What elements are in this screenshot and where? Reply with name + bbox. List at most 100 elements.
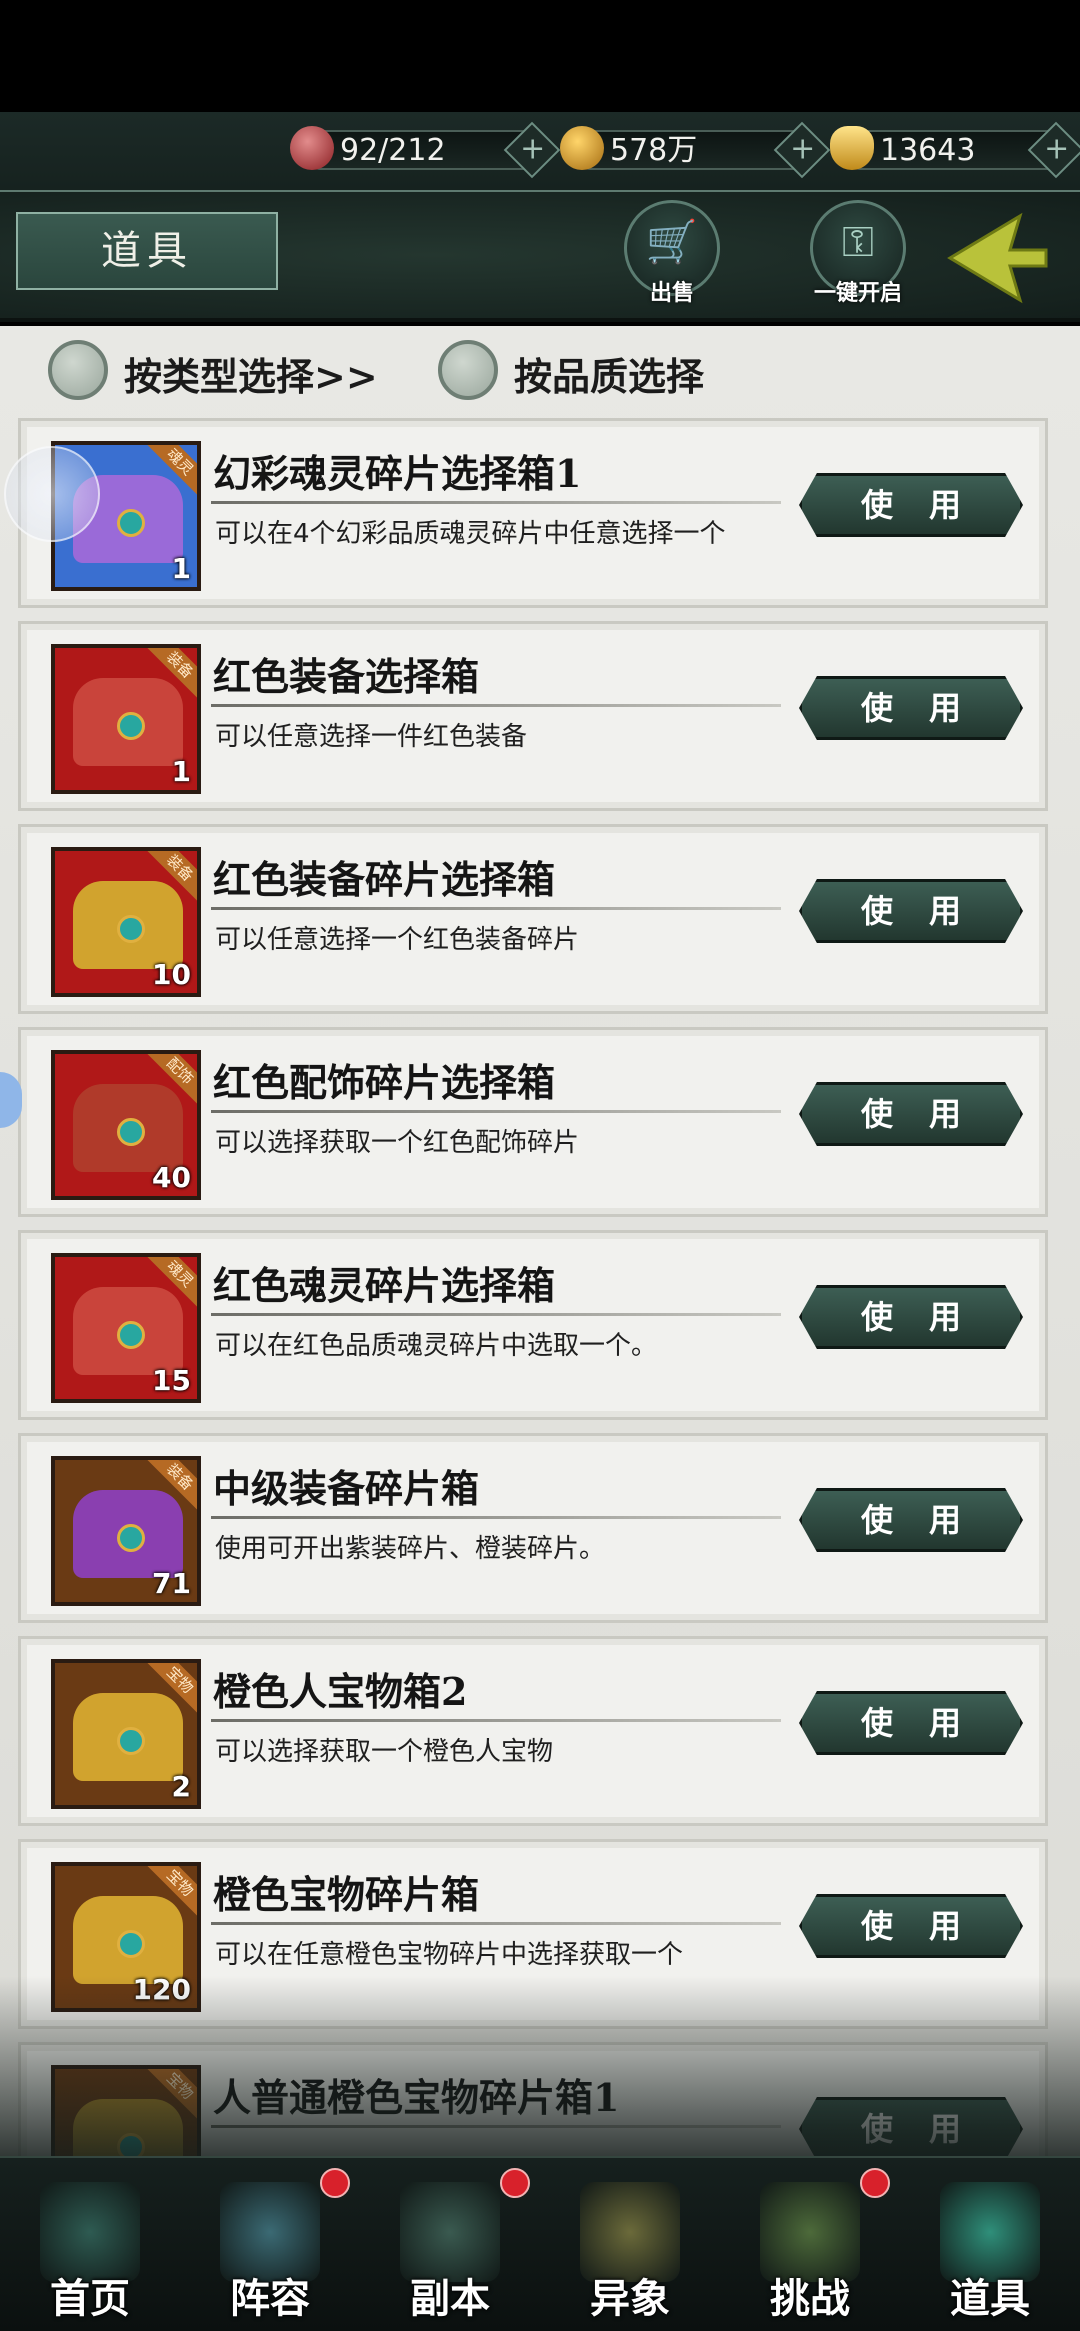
use-label: 使用	[860, 689, 997, 727]
back-arrow-icon[interactable]	[940, 210, 1050, 306]
stamina-orb-icon	[290, 126, 334, 170]
item-description: 可以在4个幻彩品质魂灵碎片中任意选择一个	[215, 519, 726, 549]
item-name: 红色装备碎片选择箱	[213, 857, 556, 902]
open-all-label: 一键开启	[813, 281, 902, 306]
item-icon[interactable]: 装备 10	[51, 847, 201, 997]
item-name: 橙色人宝物箱2	[213, 1669, 468, 1714]
use-button[interactable]: 使用	[799, 1285, 1023, 1349]
treasure-chest-icon	[73, 1896, 183, 1984]
treasure-chest-icon	[73, 2099, 183, 2156]
gold-ingot-icon	[830, 126, 874, 170]
item-icon[interactable]: 宝物	[51, 2065, 201, 2156]
item-row: 魂灵 15 红色魂灵碎片选择箱 可以在红色品质魂灵碎片中选取一个。 使用	[18, 1230, 1048, 1420]
nav-tab-label: 首页	[50, 2275, 130, 2322]
coin-value: 578万	[610, 133, 698, 168]
treasure-chest-icon	[73, 1490, 183, 1578]
use-button[interactable]: 使用	[799, 1894, 1023, 1958]
divider	[211, 501, 781, 504]
item-name: 幻彩魂灵碎片选择箱1	[213, 451, 582, 496]
nav-tab-label: 阵容	[230, 2275, 310, 2322]
nav-tab[interactable]: 阵容	[180, 2158, 360, 2331]
use-label: 使用	[860, 2110, 997, 2148]
use-label: 使用	[860, 1704, 997, 1742]
item-description: 使用可开出紫装碎片、橙装碎片。	[215, 1534, 606, 1564]
item-icon[interactable]: 魂灵 15	[51, 1253, 201, 1403]
item-icon[interactable]: 配饰 40	[51, 1050, 201, 1200]
item-description: 可以在任意橙色宝物碎片中选择获取一个	[215, 1940, 684, 1970]
divider	[211, 704, 781, 707]
nav-tab-label: 副本	[410, 2275, 490, 2322]
item-row: 装备 10 红色装备碎片选择箱可以任意选择一个红色装备碎片 使用	[18, 824, 1048, 1014]
nav-tab[interactable]: 异象	[540, 2158, 720, 2331]
use-label: 使用	[860, 486, 997, 524]
treasure-chest-icon	[73, 1287, 183, 1375]
item-row: 装备 1 红色装备选择箱 可以任意选择一件红色装备 使用	[18, 621, 1048, 811]
bottom-navigation: 首页 阵容 副本 异象 挑战 道具	[0, 2156, 1080, 2331]
use-label: 使用	[860, 892, 997, 930]
filter-by-quality[interactable]: 按品质选择	[438, 340, 758, 402]
divider	[211, 907, 781, 910]
item-count: 40	[152, 1161, 191, 1194]
treasure-chest-icon	[73, 1084, 183, 1172]
use-button[interactable]: 使用	[799, 473, 1023, 537]
item-description: 可以在红色品质魂灵碎片中选取一个。	[215, 1331, 658, 1361]
item-name: 橙色宝物碎片箱	[213, 1872, 480, 1917]
resource-stamina: 92/212 +	[290, 121, 561, 179]
use-button[interactable]: 使用	[799, 2097, 1023, 2156]
use-button[interactable]: 使用	[799, 879, 1023, 943]
page-title-plate: 道具	[16, 212, 278, 290]
item-icon[interactable]: 装备 1	[51, 644, 201, 794]
plus-icon: +	[1044, 131, 1070, 167]
item-count: 15	[152, 1364, 191, 1397]
sell-button[interactable]: 🛒 出售	[624, 200, 720, 306]
use-label: 使用	[860, 1501, 997, 1539]
use-label: 使用	[860, 1095, 997, 1133]
sell-label: 出售	[649, 281, 694, 306]
nav-tab-label: 异象	[590, 2275, 670, 2322]
item-count: 10	[152, 958, 191, 991]
item-count: 1	[171, 755, 191, 788]
radio-icon	[48, 340, 108, 400]
resource-bar: 92/212 + 578万 + 13643 +	[0, 112, 1080, 192]
stamina-value: 92/212	[340, 133, 446, 168]
item-description: 可以任意选择一个红色装备碎片	[215, 925, 580, 955]
treasure-chest-icon	[73, 881, 183, 969]
treasure-chest-icon	[73, 678, 183, 766]
nav-tab[interactable]: 首页	[0, 2158, 180, 2331]
use-button[interactable]: 使用	[799, 1488, 1023, 1552]
item-icon[interactable]: 装备 71	[51, 1456, 201, 1606]
use-button[interactable]: 使用	[799, 676, 1023, 740]
item-row: 魂灵 1 幻彩魂灵碎片选择箱1 可以在4个幻彩品质魂灵碎片中任意选择一个 使用	[18, 418, 1048, 608]
item-icon[interactable]: 宝物 2	[51, 1659, 201, 1809]
item-count: 2	[171, 1770, 191, 1803]
use-label: 使用	[860, 1907, 997, 1945]
floating-assistive-button[interactable]	[4, 446, 100, 542]
notification-badge	[500, 2168, 530, 2198]
notification-badge	[860, 2168, 890, 2198]
item-description: 可以选择获取一个橙色人宝物	[215, 1737, 554, 1767]
cart-icon: 🛒	[645, 217, 699, 266]
nav-tab[interactable]: 副本	[360, 2158, 540, 2331]
item-description: 可以任意选择一件红色装备	[215, 722, 528, 752]
filter-by-type[interactable]: 按类型选择>>	[48, 340, 388, 402]
item-row: 装备 71 中级装备碎片箱使用可开出紫装碎片、橙装碎片。 使用	[18, 1433, 1048, 1623]
item-name: 中级装备碎片箱	[213, 1466, 480, 1511]
item-row: 宝物 2 橙色人宝物箱2 可以选择获取一个橙色人宝物 使用	[18, 1636, 1048, 1826]
nav-tab[interactable]: 挑战	[720, 2158, 900, 2331]
divider	[211, 1719, 781, 1722]
use-button[interactable]: 使用	[799, 1082, 1023, 1146]
use-button[interactable]: 使用	[799, 1691, 1023, 1755]
open-all-button[interactable]: ⚿ 一键开启	[810, 200, 906, 306]
nav-tab[interactable]: 道具	[900, 2158, 1080, 2331]
item-icon[interactable]: 宝物 120	[51, 1862, 201, 2012]
item-count: 120	[132, 1973, 191, 2006]
divider	[211, 1922, 781, 1925]
radio-icon	[438, 340, 498, 400]
item-name: 红色配饰碎片选择箱	[213, 1060, 556, 1105]
notification-badge	[320, 2168, 350, 2198]
filter-by-type-label: 按类型选择>>	[124, 354, 378, 399]
use-label: 使用	[860, 1298, 997, 1336]
resource-gold: 13643 +	[830, 121, 1080, 179]
filter-by-quality-label: 按品质选择	[514, 354, 705, 399]
item-name: 人普通橙色宝物碎片箱1	[213, 2075, 620, 2120]
